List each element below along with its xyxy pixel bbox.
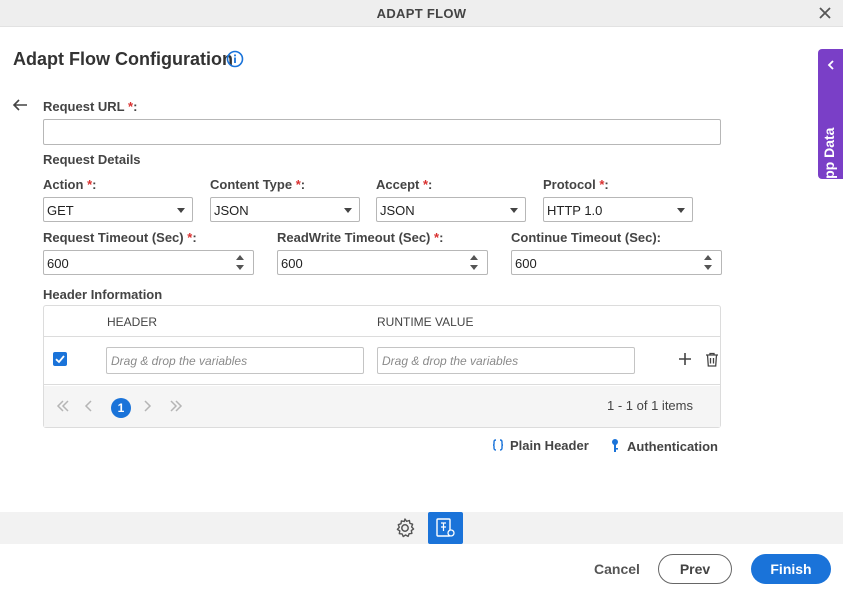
runtime-value-drop-field[interactable]: Drag & drop the variables: [377, 347, 635, 374]
last-page-icon[interactable]: [169, 399, 183, 413]
key-icon: [612, 439, 618, 452]
continue-timeout-label: Continue Timeout (Sec):: [511, 230, 661, 245]
header-grid: HEADER RUNTIME VALUE Drag & drop the var…: [43, 305, 721, 428]
request-timeout-input[interactable]: 600: [43, 250, 254, 275]
readwrite-timeout-input[interactable]: 600: [277, 250, 488, 275]
flow-designer-button[interactable]: [428, 512, 463, 544]
spinner-icon[interactable]: [236, 255, 244, 271]
flow-icon: [436, 518, 455, 537]
prev-button[interactable]: Prev: [658, 554, 732, 584]
cancel-button[interactable]: Cancel: [594, 561, 640, 577]
app-data-tab[interactable]: App Data: [818, 49, 843, 189]
title-bar: ADAPT FLOW: [0, 0, 843, 27]
plain-header-link[interactable]: Plain Header: [491, 438, 589, 453]
first-page-icon[interactable]: [56, 399, 70, 413]
accept-select[interactable]: JSON: [376, 197, 526, 222]
window-title: ADAPT FLOW: [376, 6, 467, 21]
delete-icon[interactable]: [705, 352, 719, 367]
content-type-select[interactable]: JSON: [210, 197, 360, 222]
finish-button[interactable]: Finish: [751, 554, 831, 584]
protocol-label: Protocol *:: [543, 177, 609, 192]
column-header: HEADER: [107, 315, 158, 329]
dropdown-caret-icon: [510, 208, 518, 213]
spinner-icon[interactable]: [704, 255, 712, 271]
accept-label: Accept *:: [376, 177, 433, 192]
action-select[interactable]: GET: [43, 197, 193, 222]
authentication-link[interactable]: Authentication: [609, 438, 718, 454]
braces-icon: [492, 439, 504, 451]
row-checkbox[interactable]: [53, 352, 67, 366]
header-drop-field[interactable]: Drag & drop the variables: [106, 347, 364, 374]
dropdown-caret-icon: [177, 208, 185, 213]
pager-info: 1 - 1 of 1 items: [607, 398, 693, 413]
request-details-heading: Request Details: [43, 152, 141, 167]
page-title: Adapt Flow Configuration: [13, 49, 233, 69]
next-page-icon[interactable]: [140, 399, 154, 413]
readwrite-timeout-label: ReadWrite Timeout (Sec) *:: [277, 230, 444, 245]
request-url-input[interactable]: [43, 119, 721, 145]
content-type-label: Content Type *:: [210, 177, 306, 192]
spinner-icon[interactable]: [470, 255, 478, 271]
pager: 1 1 - 1 of 1 items: [44, 386, 720, 427]
table-row: Drag & drop the variables Drag & drop th…: [44, 337, 720, 385]
action-label: Action *:: [43, 177, 97, 192]
protocol-select[interactable]: HTTP 1.0: [543, 197, 693, 222]
header-information-heading: Header Information: [43, 287, 163, 302]
app-data-label: App Data: [821, 127, 837, 189]
current-page-number[interactable]: 1: [111, 398, 131, 418]
gear-icon[interactable]: [394, 517, 416, 539]
close-icon[interactable]: [817, 5, 833, 21]
request-timeout-label: Request Timeout (Sec) *:: [43, 230, 197, 245]
dropdown-caret-icon: [344, 208, 352, 213]
request-url-label: Request URL *:: [43, 99, 138, 114]
chevron-left-icon: [827, 60, 834, 70]
back-arrow-icon[interactable]: [12, 98, 28, 112]
continue-timeout-input[interactable]: 600: [511, 250, 722, 275]
column-runtime-value: RUNTIME VALUE: [377, 315, 474, 329]
dropdown-caret-icon: [677, 208, 685, 213]
info-icon[interactable]: [226, 50, 244, 68]
prev-page-icon[interactable]: [82, 399, 96, 413]
add-icon[interactable]: [678, 352, 692, 366]
bottom-toolbar: [0, 512, 843, 544]
grid-header-row: HEADER RUNTIME VALUE: [44, 306, 720, 337]
